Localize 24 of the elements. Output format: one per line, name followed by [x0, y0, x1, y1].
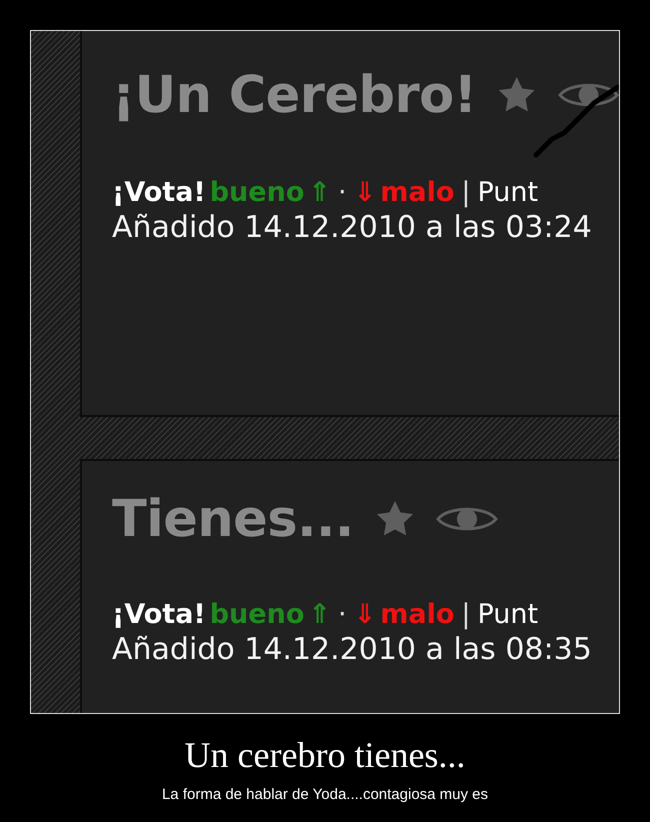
vote-text: Punt — [478, 177, 538, 208]
vote-text: ¡Vota! — [112, 599, 206, 630]
vote-text: · — [338, 599, 347, 630]
added-date: Añadido 14.12.2010 a las 08:35 — [112, 632, 593, 667]
caption-title: Un cerebro tienes... — [184, 734, 466, 776]
vote-link[interactable]: ⇓ — [354, 599, 376, 630]
vote-link[interactable]: ⇑ — [308, 599, 331, 630]
vote-link[interactable]: bueno — [210, 177, 304, 208]
vote-link[interactable]: ⇓ — [354, 177, 376, 208]
post-title: Tienes... — [112, 490, 354, 548]
vote-link[interactable]: bueno — [210, 599, 304, 630]
vote-text: | — [461, 177, 470, 208]
vote-link[interactable]: malo — [380, 599, 454, 630]
vote-text: | — [461, 599, 470, 630]
vote-text: · — [338, 177, 347, 208]
vote-text: ¡Vota! — [112, 177, 206, 208]
vote-link[interactable]: ⇑ — [308, 177, 331, 208]
caption-subtitle: La forma de hablar de Yoda....contagiosa muy es — [162, 786, 488, 803]
added-date: Añadido 14.12.2010 a las 03:24 — [112, 210, 593, 245]
star-icon[interactable] — [376, 501, 414, 537]
vote-text: Punt — [478, 599, 538, 630]
vote-link[interactable]: malo — [380, 177, 454, 208]
star-icon[interactable] — [498, 77, 536, 113]
post-title: ¡Un Cerebro! — [112, 66, 476, 124]
